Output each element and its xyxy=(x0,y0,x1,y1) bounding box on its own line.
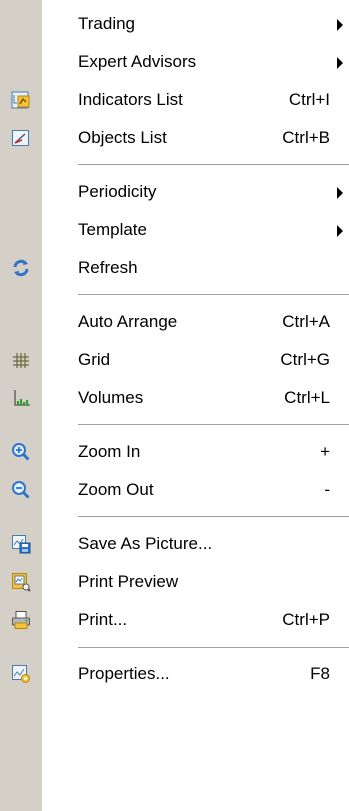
menu-item-zoom-in[interactable]: Zoom In + xyxy=(0,433,349,471)
menu-item-label: Indicators List xyxy=(78,90,183,109)
refresh-icon xyxy=(11,258,31,278)
volumes-icon xyxy=(11,388,31,408)
menu-item-shortcut: Ctrl+I xyxy=(288,90,330,109)
menu-item-label: Trading xyxy=(78,14,136,33)
menu-item-trading[interactable]: Trading xyxy=(0,5,349,43)
save-as-picture-icon xyxy=(11,534,31,554)
submenu-arrow-icon xyxy=(337,225,343,237)
properties-icon xyxy=(11,664,31,684)
menu-item-label: Expert Advisors xyxy=(78,52,197,71)
objects-list-icon xyxy=(11,128,31,148)
menu-item-indicators-list[interactable]: Indicators List Ctrl+I xyxy=(0,81,349,119)
menu-item-label: Periodicity xyxy=(78,182,157,201)
menu-item-label: Auto Arrange xyxy=(78,312,178,331)
menu-separator xyxy=(78,294,349,296)
submenu-arrow-icon xyxy=(337,19,343,31)
menu-item-properties[interactable]: Properties... F8 xyxy=(0,655,349,693)
menu-separator xyxy=(78,164,349,166)
menu-item-shortcut: Ctrl+G xyxy=(280,350,330,369)
menu-item-label: Zoom Out xyxy=(78,480,154,499)
menu-item-auto-arrange[interactable]: Auto Arrange Ctrl+A xyxy=(0,303,349,341)
menu-item-label: Grid xyxy=(78,350,111,369)
menu-item-label: Properties... xyxy=(78,664,170,683)
menu-item-shortcut: Ctrl+B xyxy=(282,128,330,147)
menu-item-volumes[interactable]: Volumes Ctrl+L xyxy=(0,379,349,417)
menu-item-shortcut: F8 xyxy=(310,664,330,683)
context-menu: Trading Expert Advisors Indicators List … xyxy=(0,0,349,811)
menu-item-label: Print Preview xyxy=(78,572,179,591)
menu-item-shortcut: + xyxy=(320,442,330,461)
print-preview-icon xyxy=(11,572,31,592)
menu-item-label: Template xyxy=(78,220,147,239)
menu-item-template[interactable]: Template xyxy=(0,211,349,249)
grid-icon xyxy=(11,350,31,370)
submenu-arrow-icon xyxy=(337,187,343,199)
zoom-in-icon xyxy=(11,442,31,462)
menu-item-label: Refresh xyxy=(78,258,138,277)
menu-item-label: Objects List xyxy=(78,128,167,147)
menu-item-label: Print... xyxy=(78,610,128,629)
menu-item-print[interactable]: Print... Ctrl+P xyxy=(0,601,349,639)
menu-item-print-preview[interactable]: Print Preview xyxy=(0,563,349,601)
menu-item-refresh[interactable]: Refresh xyxy=(0,249,349,287)
print-icon xyxy=(11,610,31,630)
menu-item-shortcut: Ctrl+L xyxy=(284,388,330,407)
menu-item-objects-list[interactable]: Objects List Ctrl+B xyxy=(0,119,349,157)
menu-separator xyxy=(78,647,349,649)
menu-item-grid[interactable]: Grid Ctrl+G xyxy=(0,341,349,379)
menu-item-expert-advisors[interactable]: Expert Advisors xyxy=(0,43,349,81)
zoom-out-icon xyxy=(11,480,31,500)
menu-item-periodicity[interactable]: Periodicity xyxy=(0,173,349,211)
menu-item-zoom-out[interactable]: Zoom Out - xyxy=(0,471,349,509)
menu-item-save-as-picture[interactable]: Save As Picture... xyxy=(0,525,349,563)
menu-separator xyxy=(78,424,349,426)
menu-item-shortcut: - xyxy=(324,480,330,499)
menu-item-shortcut: Ctrl+A xyxy=(282,312,330,331)
submenu-arrow-icon xyxy=(337,57,343,69)
menu-item-label: Volumes xyxy=(78,388,144,407)
menu-item-label: Zoom In xyxy=(78,442,141,461)
indicators-list-icon xyxy=(11,90,31,110)
menu-item-shortcut: Ctrl+P xyxy=(282,610,330,629)
menu-item-label: Save As Picture... xyxy=(78,534,213,553)
menu-separator xyxy=(78,516,349,518)
